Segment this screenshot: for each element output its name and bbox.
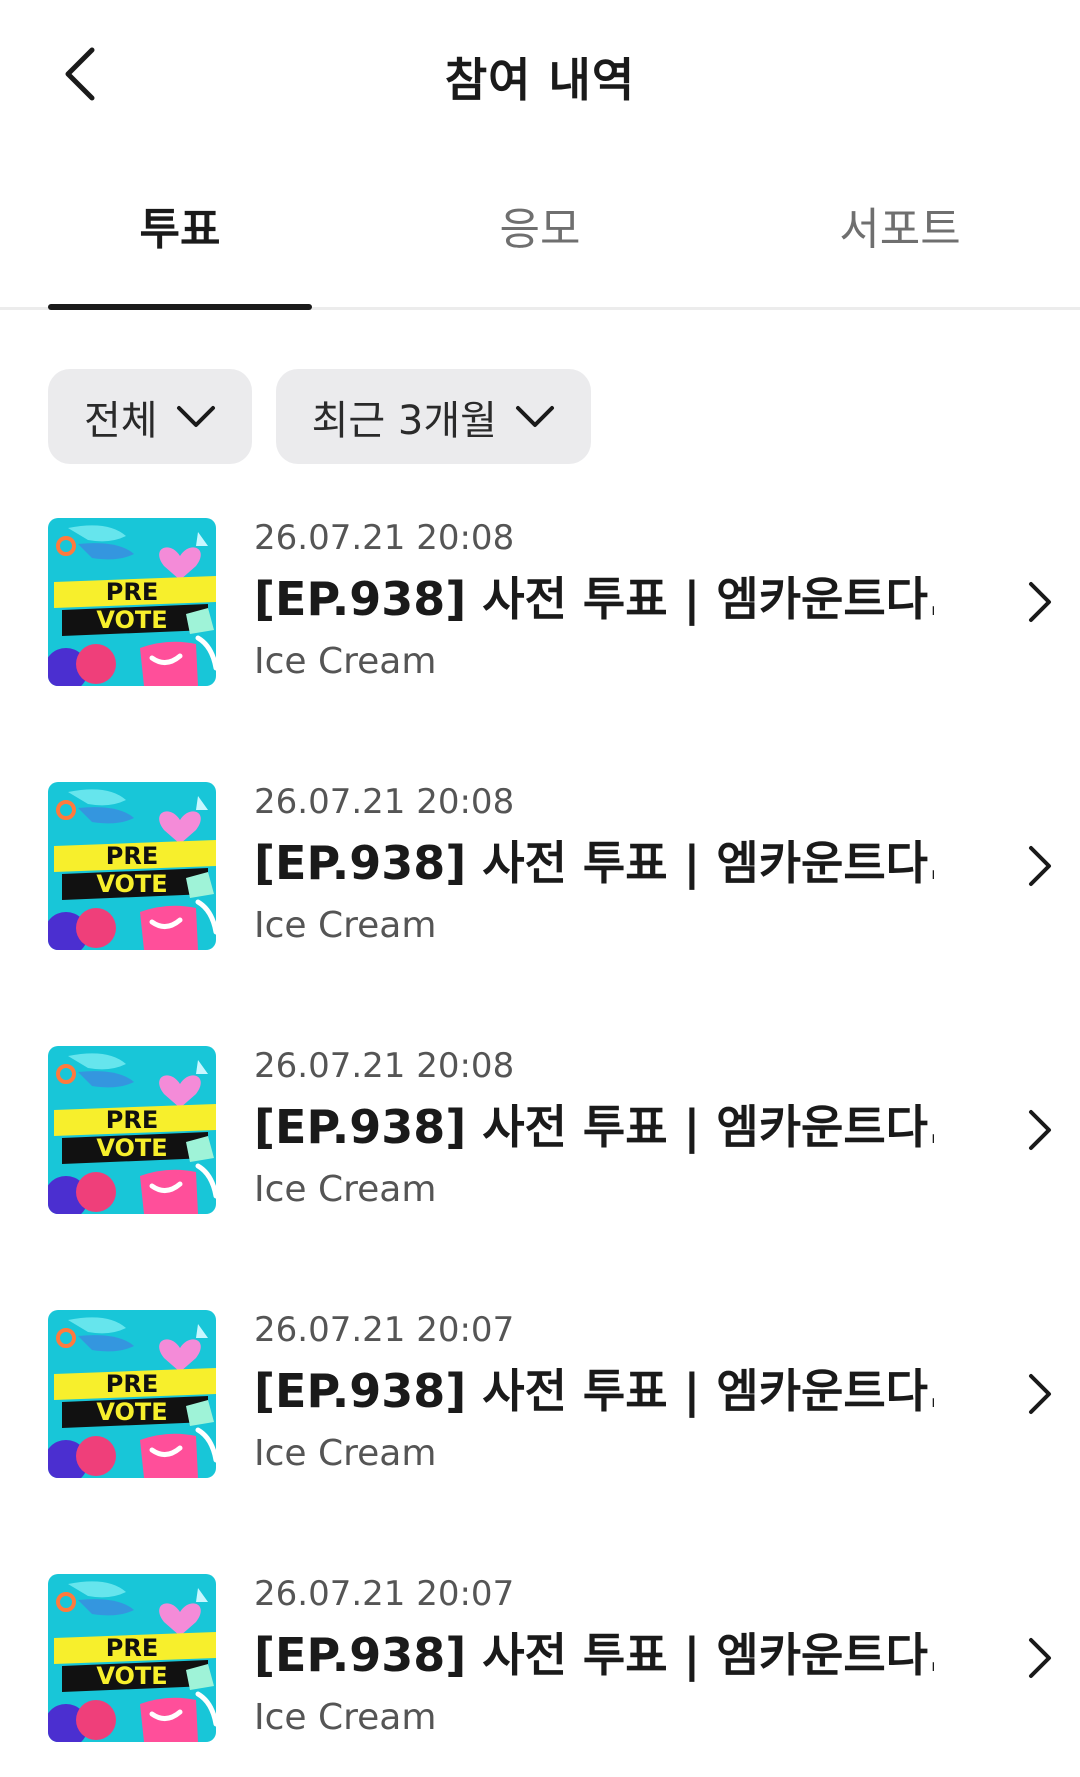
chevron-right-icon [1018, 1632, 1062, 1684]
category-filter-dropdown[interactable]: 전체 [48, 369, 252, 464]
item-date: 26.07.21 20:08 [254, 1046, 515, 1086]
event-thumbnail: PRE VOTE [48, 518, 216, 686]
svg-text:PRE: PRE [106, 842, 158, 870]
event-thumbnail: PRE VOTE [48, 1574, 216, 1742]
chevron-down-icon [176, 405, 215, 427]
pre-vote-image: PRE VOTE [48, 1310, 216, 1478]
svg-text:PRE: PRE [106, 578, 158, 606]
item-date: 26.07.21 20:07 [254, 1310, 515, 1350]
tab-bar: 투표 응모 서포트 [0, 150, 1080, 310]
item-title: [EP.938] 사전 투표 | 엠카운트다... [254, 572, 934, 626]
event-thumbnail: PRE VOTE [48, 782, 216, 950]
filter-label: 전체 [84, 397, 158, 444]
list-item[interactable]: PRE VOTE 26.07.21 20:07 [EP.938] 사전 투표 |… [48, 1310, 1080, 1574]
pre-vote-image: PRE VOTE [48, 782, 216, 950]
event-thumbnail: PRE VOTE [48, 1046, 216, 1214]
tab-support[interactable]: 서포트 [720, 150, 1080, 307]
item-info: 26.07.21 20:07 [EP.938] 사전 투표 | 엠카운트다...… [254, 1310, 934, 1476]
chevron-right-icon [1018, 1104, 1062, 1156]
active-tab-indicator [48, 304, 312, 310]
chevron-right-icon [1018, 840, 1062, 892]
item-subtitle: Ice Cream [254, 641, 437, 682]
period-filter-dropdown[interactable]: 최근 3개월 [275, 369, 591, 464]
chevron-right-icon [1018, 1368, 1062, 1420]
item-subtitle: Ice Cream [254, 1433, 437, 1474]
svg-text:PRE: PRE [106, 1370, 158, 1398]
item-info: 26.07.21 20:08 [EP.938] 사전 투표 | 엠카운트다...… [254, 782, 934, 948]
pre-vote-image: PRE VOTE [48, 518, 216, 686]
filter-label: 최근 3개월 [311, 397, 497, 444]
event-thumbnail: PRE VOTE [48, 1310, 216, 1478]
participation-list: PRE VOTE 26.07.21 20:08 [EP.938] 사전 투표 |… [0, 464, 1080, 1777]
item-date: 26.07.21 20:07 [254, 1574, 515, 1614]
item-subtitle: Ice Cream [254, 1169, 437, 1210]
tab-label: 투표 [139, 203, 221, 255]
list-item[interactable]: PRE VOTE 26.07.21 20:08 [EP.938] 사전 투표 |… [48, 518, 1080, 782]
item-date: 26.07.21 20:08 [254, 782, 515, 822]
chevron-right-icon [1018, 576, 1062, 628]
list-item[interactable]: PRE VOTE 26.07.21 20:08 [EP.938] 사전 투표 |… [48, 782, 1080, 1046]
item-title: [EP.938] 사전 투표 | 엠카운트다... [254, 836, 934, 890]
app-header: 참여 내역 [0, 0, 1080, 150]
item-info: 26.07.21 20:08 [EP.938] 사전 투표 | 엠카운트다...… [254, 1046, 934, 1212]
item-info: 26.07.21 20:07 [EP.938] 사전 투표 | 엠카운트다...… [254, 1574, 934, 1740]
svg-text:PRE: PRE [106, 1634, 158, 1662]
item-subtitle: Ice Cream [254, 905, 437, 946]
filter-bar: 전체 최근 3개월 [0, 310, 1080, 464]
svg-text:PRE: PRE [106, 1106, 158, 1134]
item-title: [EP.938] 사전 투표 | 엠카운트다... [254, 1100, 934, 1154]
svg-text:VOTE: VOTE [96, 1398, 167, 1426]
item-date: 26.07.21 20:08 [254, 518, 515, 558]
svg-text:VOTE: VOTE [96, 606, 167, 634]
item-info: 26.07.21 20:08 [EP.938] 사전 투표 | 엠카운트다...… [254, 518, 934, 684]
item-title: [EP.938] 사전 투표 | 엠카운트다... [254, 1364, 934, 1418]
svg-text:VOTE: VOTE [96, 1134, 167, 1162]
tab-label: 응모 [499, 203, 581, 255]
page-title: 참여 내역 [444, 53, 636, 107]
list-item[interactable]: PRE VOTE 26.07.21 20:07 [EP.938] 사전 투표 |… [48, 1574, 1080, 1777]
svg-text:VOTE: VOTE [96, 870, 167, 898]
chevron-down-icon [515, 405, 554, 427]
svg-text:VOTE: VOTE [96, 1662, 167, 1690]
tab-label: 서포트 [839, 203, 961, 255]
pre-vote-image: PRE VOTE [48, 1574, 216, 1742]
tab-vote[interactable]: 투표 [0, 150, 360, 307]
item-subtitle: Ice Cream [254, 1697, 437, 1738]
pre-vote-image: PRE VOTE [48, 1046, 216, 1214]
list-item[interactable]: PRE VOTE 26.07.21 20:08 [EP.938] 사전 투표 |… [48, 1046, 1080, 1310]
tab-apply[interactable]: 응모 [360, 150, 720, 307]
item-title: [EP.938] 사전 투표 | 엠카운트다... [254, 1628, 934, 1682]
